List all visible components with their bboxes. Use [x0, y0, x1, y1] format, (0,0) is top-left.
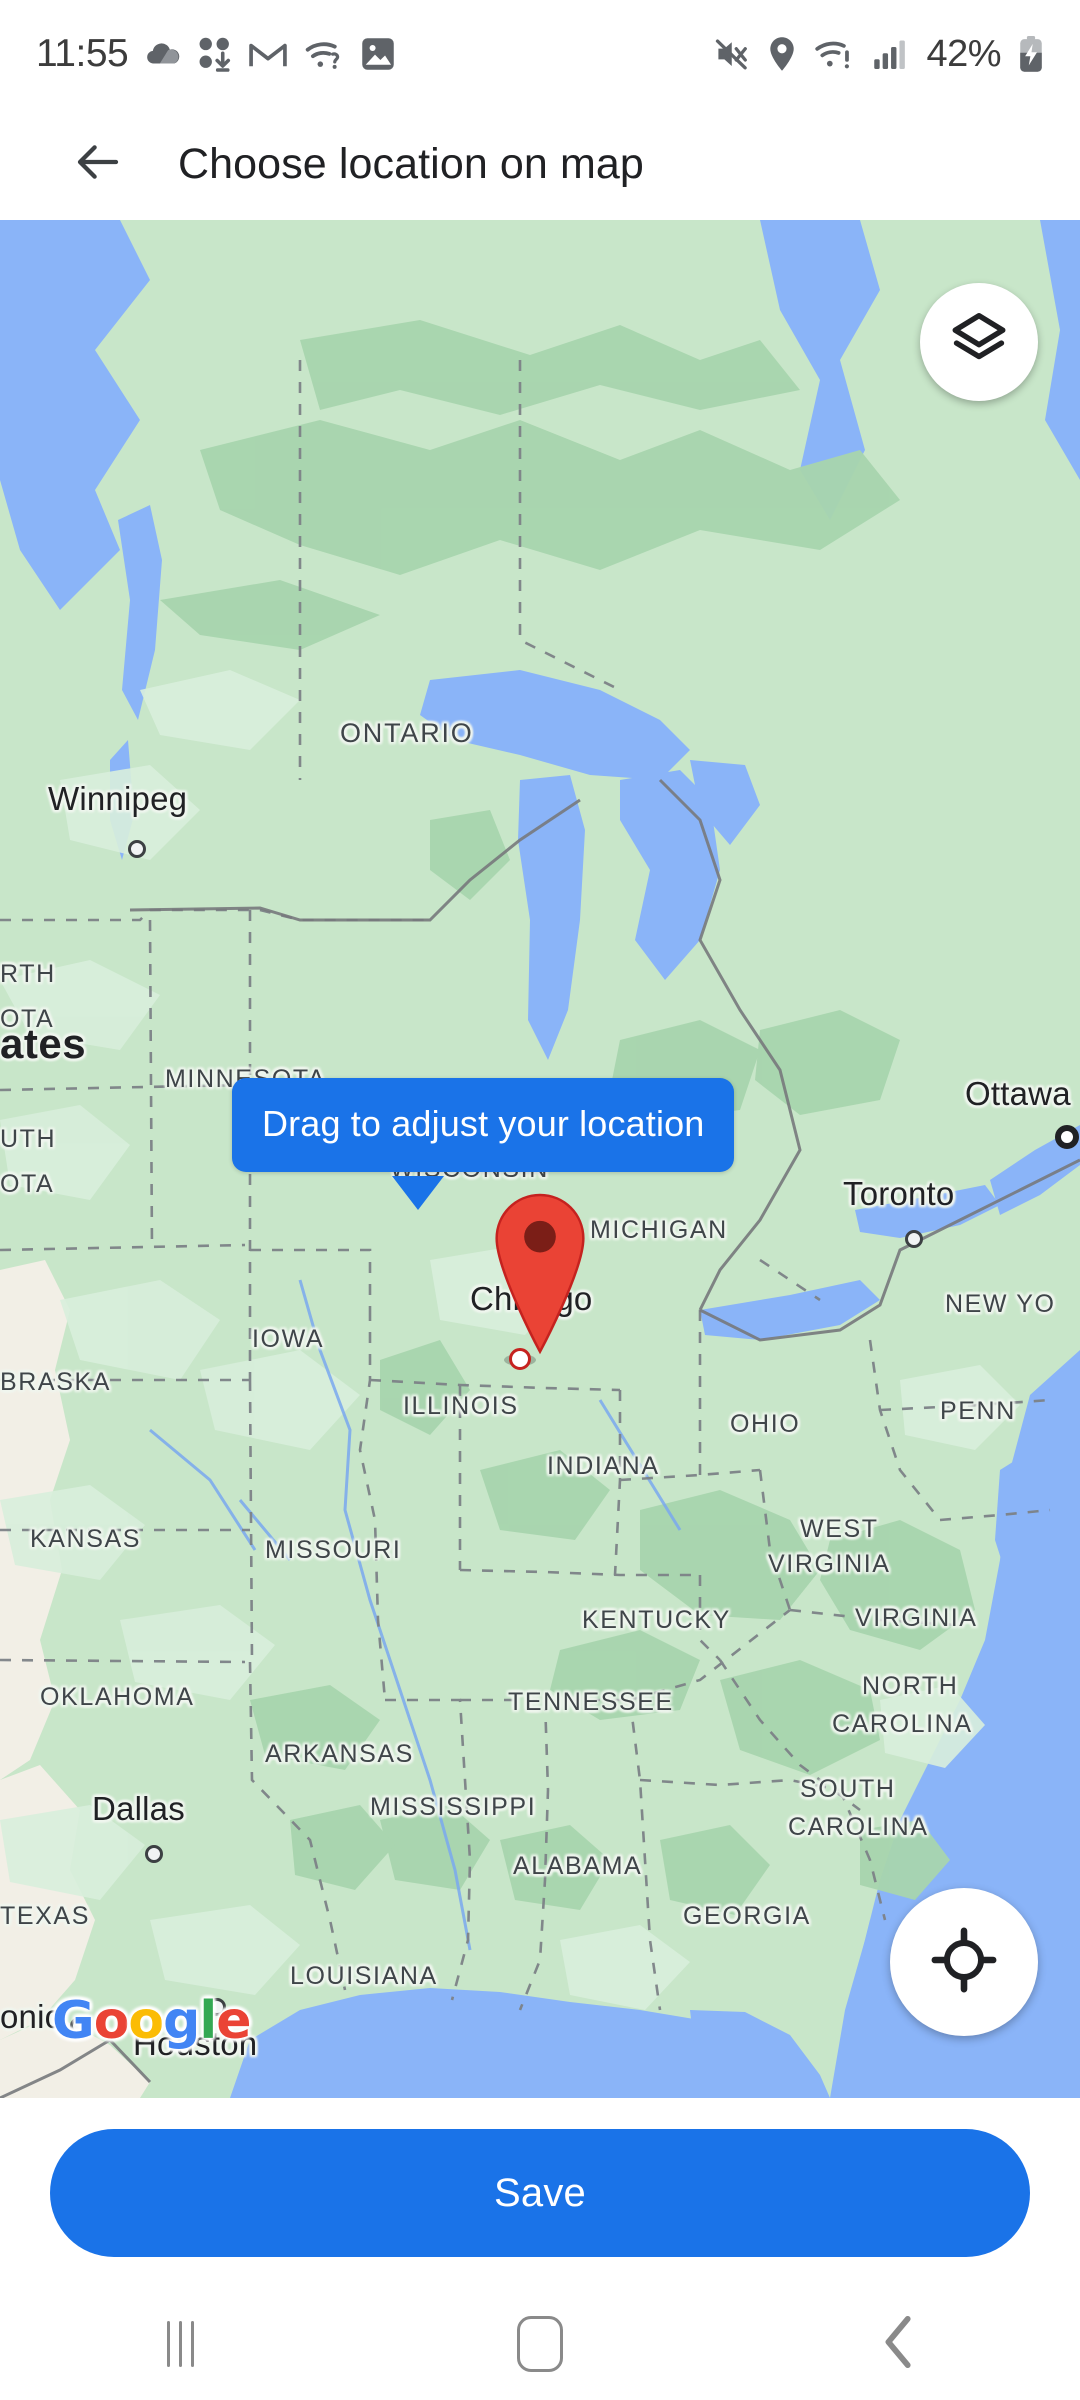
back-button[interactable]: [46, 112, 150, 216]
drive-cloud-icon: [144, 35, 182, 73]
google-letter-l: l: [199, 1991, 217, 2051]
save-button[interactable]: Save: [50, 2129, 1030, 2257]
recents-icon: [166, 2321, 194, 2367]
google-letter-o1: o: [93, 1991, 130, 2051]
location-pin-icon: [767, 35, 797, 73]
app-download-icon: [198, 35, 232, 73]
nav-back-button[interactable]: [720, 2288, 1080, 2400]
drag-hint-tooltip: Drag to adjust your location: [232, 1078, 735, 1210]
mute-icon: [712, 36, 750, 72]
battery-percent-label: 42%: [926, 32, 1001, 75]
photo-icon: [360, 36, 396, 72]
home-icon: [517, 2316, 563, 2372]
battery-charging-icon: [1018, 35, 1044, 73]
google-attribution: Google: [52, 1995, 252, 2047]
pin-icon: [495, 1193, 585, 1355]
status-bar-left: 11:55: [36, 32, 396, 76]
google-letter-o2: o: [128, 1991, 164, 2051]
capital-dot-ottawa: [1055, 1125, 1079, 1149]
status-bar-clock: 11:55: [36, 32, 129, 75]
city-dot-winnipeg: [128, 840, 146, 858]
page-title: Choose location on map: [178, 139, 644, 188]
nav-recents-button[interactable]: [0, 2288, 360, 2400]
google-letter-e: e: [216, 1991, 251, 2051]
map-view[interactable]: ONTARIO RTH OTA MINNESOTA UTH OTA WISCON…: [0, 220, 1080, 2098]
signal-bars-icon: [871, 36, 909, 72]
wifi-alert-icon: [814, 36, 854, 72]
selected-location-pin[interactable]: [490, 1190, 590, 1370]
city-dot-toronto: [905, 1230, 923, 1248]
drag-hint-tooltip-text: Drag to adjust your location: [232, 1078, 735, 1172]
my-location-button[interactable]: [890, 1888, 1038, 2036]
google-letter-g1: G: [52, 1991, 95, 2051]
city-dot-dallas: [145, 1845, 163, 1863]
arrow-back-icon: [71, 135, 125, 194]
google-letter-g2: g: [163, 1991, 200, 2051]
gmail-icon: [248, 35, 288, 73]
bottom-action-bar: Save: [0, 2098, 1080, 2288]
pin-base-dot: [509, 1348, 531, 1370]
my-location-crosshair-icon: [931, 1927, 997, 1998]
map-layers-icon: [948, 309, 1010, 376]
tooltip-tail: [392, 1176, 444, 1210]
nav-back-icon: [880, 2315, 920, 2374]
nav-home-button[interactable]: [360, 2288, 720, 2400]
app-bar: Choose location on map: [0, 108, 1080, 220]
status-bar: 11:55 42%: [0, 0, 1080, 108]
status-bar-right: 42%: [712, 33, 1044, 76]
wifi-question-icon: [304, 35, 344, 73]
system-nav-bar: [0, 2288, 1080, 2400]
map-layers-button[interactable]: [920, 283, 1038, 401]
